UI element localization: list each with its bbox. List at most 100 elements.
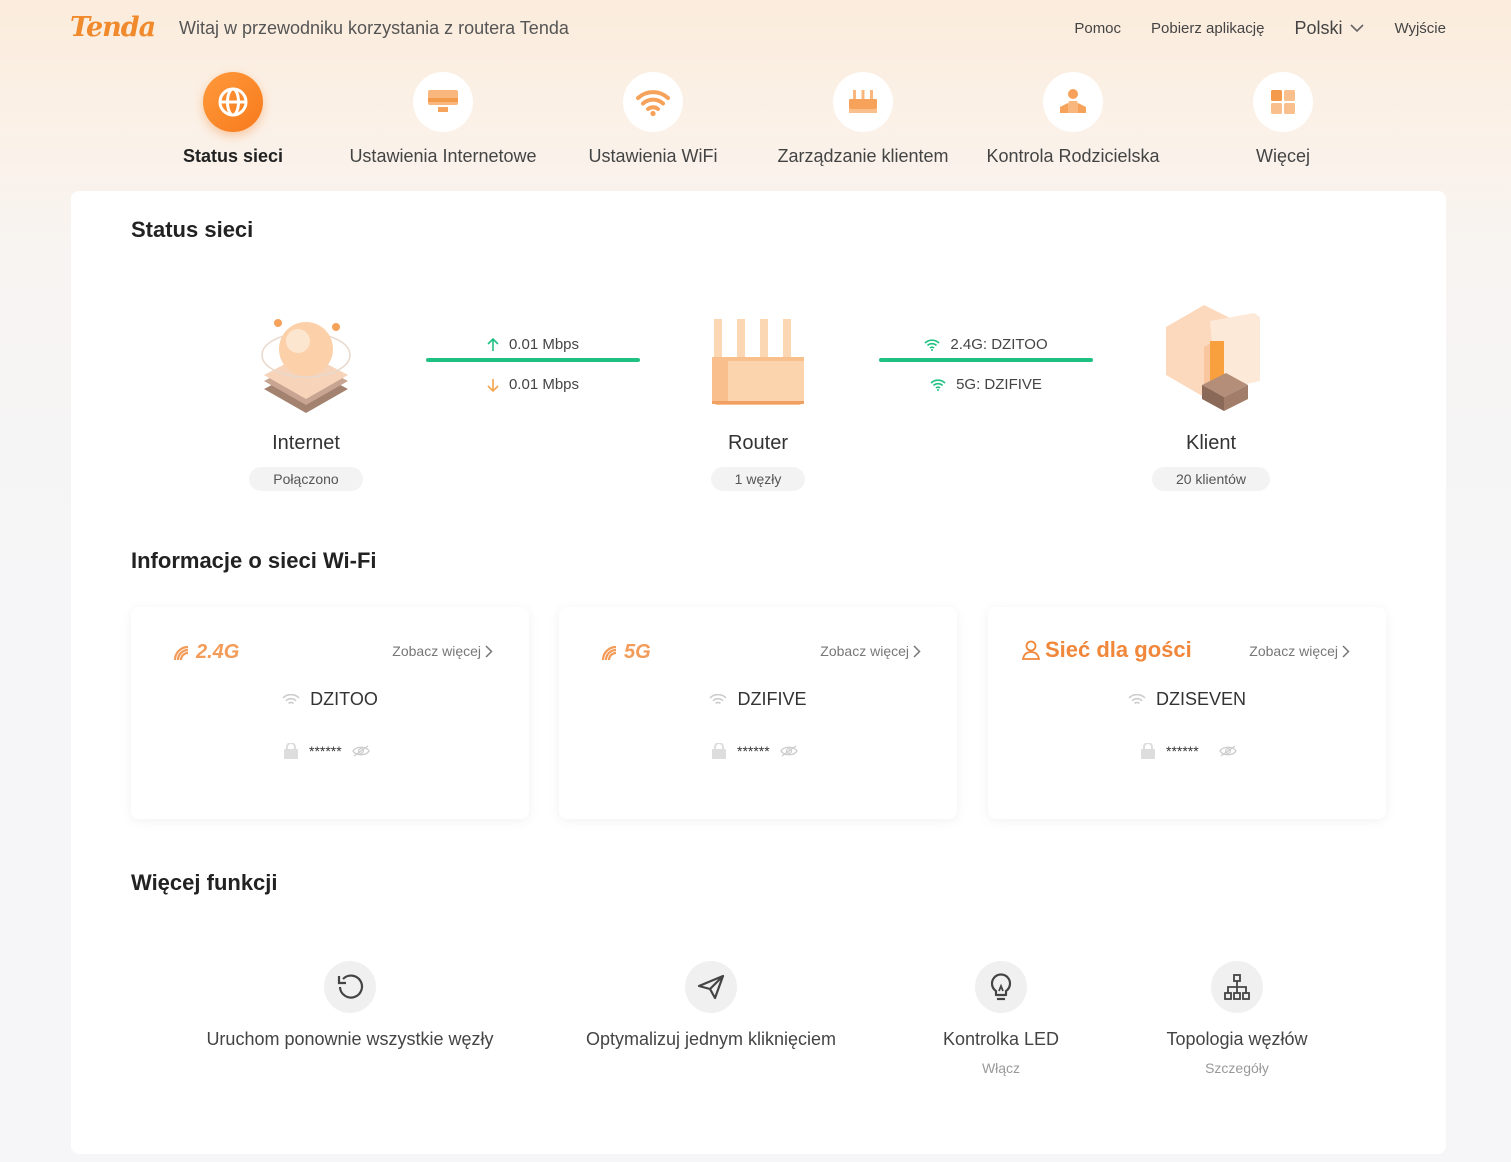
wifi-5-ssid-label: 5G: DZIFIVE	[879, 376, 1093, 393]
tab-label: Ustawienia Internetowe	[349, 146, 537, 166]
function-label: Uruchom ponownie wszystkie węzły	[206, 1029, 494, 1049]
more-functions-title: Więcej funkcji	[131, 870, 278, 895]
wifi-icon	[930, 378, 946, 391]
internet-status-badge: Połączono	[249, 467, 363, 491]
ssid-value: DZITOO	[310, 689, 378, 709]
chevron-right-icon	[913, 644, 921, 658]
wifi-info-title: Informacje o sieci Wi-Fi	[131, 548, 377, 573]
wifi-signal-icon	[601, 645, 617, 660]
ssid-row: DZITOO	[131, 689, 529, 710]
arrow-up-icon	[487, 337, 499, 351]
internet-node[interactable]: Internet Połączono	[206, 305, 406, 491]
wifi-24-card: 2.4G Zobacz więcej DZITOO ******	[131, 607, 529, 819]
wifi-link-bar	[879, 358, 1093, 362]
restart-icon	[337, 974, 364, 999]
topology-icon	[1224, 974, 1250, 1000]
ssid-value: DZISEVEN	[1155, 689, 1247, 709]
wifi-5-card: 5G Zobacz więcej DZIFIVE ******	[559, 607, 957, 819]
one-click-optimize-button[interactable]: Optymalizuj jednym kliknięciem	[541, 961, 881, 1050]
tab-client-management[interactable]: Zarządzanie klientem	[753, 72, 973, 167]
password-row: ******	[711, 743, 798, 759]
chevron-down-icon	[1350, 24, 1365, 33]
password-row: ******	[1140, 743, 1237, 759]
eye-off-icon[interactable]	[779, 745, 798, 757]
main-tabs: Status sieci Ustawienia Internetowe Usta…	[0, 72, 1511, 182]
router-status-badge: 1 węzły	[710, 467, 806, 491]
tab-wifi-settings[interactable]: Ustawienia WiFi	[543, 72, 763, 167]
logout-link[interactable]: Wyjście	[1394, 20, 1446, 37]
eye-off-icon[interactable]	[351, 745, 370, 757]
wifi-signal-icon	[173, 645, 189, 660]
upload-rate: 0.01 Mbps	[426, 336, 640, 353]
wan-link-bar	[426, 358, 640, 362]
eye-off-icon[interactable]	[1218, 745, 1237, 757]
wifi-link: 2.4G: DZITOO 5G: DZIFIVE	[879, 336, 1093, 396]
help-link[interactable]: Pomoc	[1074, 20, 1121, 37]
download-app-link[interactable]: Pobierz aplikację	[1151, 20, 1264, 37]
router-label: Router	[727, 432, 789, 454]
internet-globe-icon	[261, 319, 351, 413]
wifi-icon	[709, 693, 728, 704]
function-sublabel: Szczegóły	[1205, 1060, 1269, 1076]
tab-more[interactable]: Więcej	[1173, 72, 1393, 167]
tab-internet-settings[interactable]: Ustawienia Internetowe	[333, 72, 553, 167]
main-card: Status sieci Internet Połączono 0.01 Mbp…	[71, 191, 1446, 1154]
router-icon	[849, 90, 877, 113]
band-24-label: 2.4G	[173, 641, 239, 664]
wifi-icon	[282, 693, 300, 704]
restart-all-nodes-button[interactable]: Uruchom ponownie wszystkie węzły	[180, 961, 520, 1050]
ssid-row: DZISEVEN	[988, 689, 1386, 710]
network-status-title: Status sieci	[131, 217, 254, 242]
parental-icon	[1060, 89, 1086, 113]
see-more-link[interactable]: Zobacz więcej	[392, 643, 493, 659]
guest-wifi-card: Sieć dla gości Zobacz więcej DZISEVEN **…	[988, 607, 1386, 819]
welcome-text: Witaj w przewodniku korzystania z router…	[179, 18, 569, 38]
ssid-value: DZIFIVE	[737, 689, 807, 709]
bulb-icon	[990, 973, 1012, 1001]
internet-label: Internet	[272, 432, 340, 454]
client-label: Klient	[1185, 432, 1237, 454]
tenda-logo[interactable]: Tenda	[70, 12, 156, 43]
wifi-24-ssid-label: 2.4G: DZITOO	[879, 336, 1093, 353]
tab-label: Więcej	[1255, 146, 1310, 166]
password-value: ******	[309, 743, 342, 759]
password-row: ******	[283, 743, 370, 759]
tab-label: Ustawienia WiFi	[588, 146, 718, 166]
function-label: Optymalizuj jednym kliknięciem	[585, 1029, 837, 1049]
arrow-down-icon	[487, 378, 499, 392]
grid-icon	[1271, 90, 1295, 114]
language-select[interactable]: Polski	[1294, 18, 1365, 39]
language-label: Polski	[1294, 18, 1343, 38]
wifi-icon	[636, 90, 670, 117]
router-node[interactable]: Router 1 węzły	[658, 305, 858, 491]
lock-icon	[284, 743, 298, 759]
client-node[interactable]: Klient 20 klientów	[1111, 301, 1311, 491]
tab-label: Zarządzanie klientem	[777, 146, 949, 166]
tab-network-status[interactable]: Status sieci	[123, 72, 343, 167]
password-value: ******	[1166, 743, 1199, 759]
tab-parental-control[interactable]: Kontrola Rodzicielska	[963, 72, 1183, 167]
wifi-icon	[924, 338, 940, 351]
top-nav: Pomoc Pobierz aplikację Polski Wyjście	[1044, 18, 1446, 39]
globe-icon	[218, 87, 248, 117]
node-topology-button[interactable]: Topologia węzłów Szczegóły	[1067, 961, 1407, 1076]
client-devices-icon	[1166, 305, 1260, 411]
download-rate: 0.01 Mbps	[426, 376, 640, 393]
ssid-row: DZIFIVE	[559, 689, 957, 710]
see-more-link[interactable]: Zobacz więcej	[820, 643, 921, 659]
paper-plane-icon	[697, 974, 725, 1000]
guest-network-label: Sieć dla gości	[1020, 637, 1192, 663]
password-value: ******	[737, 743, 770, 759]
function-label: Topologia węzłów	[1166, 1029, 1308, 1049]
client-count-badge: 20 klientów	[1151, 467, 1271, 491]
band-5-label: 5G	[601, 641, 651, 664]
tab-label: Status sieci	[182, 146, 284, 166]
guest-user-icon	[1021, 640, 1041, 660]
wan-link: 0.01 Mbps 0.01 Mbps	[426, 336, 640, 396]
monitor-icon	[428, 90, 458, 112]
see-more-link[interactable]: Zobacz więcej	[1249, 643, 1350, 659]
lock-icon	[1141, 743, 1155, 759]
router-device-icon	[712, 319, 804, 405]
tab-label: Kontrola Rodzicielska	[986, 146, 1160, 166]
chevron-right-icon	[1342, 644, 1350, 658]
